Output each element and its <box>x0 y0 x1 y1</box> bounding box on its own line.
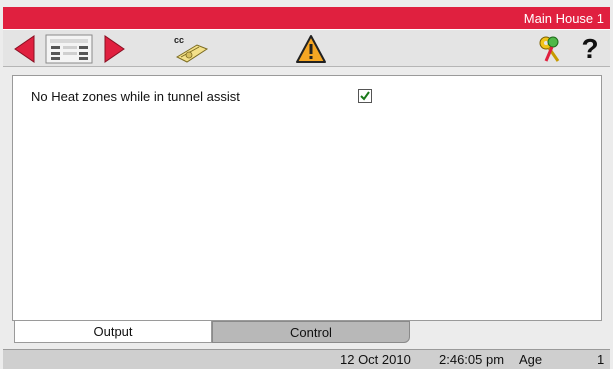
cc-icon: cc <box>174 35 209 63</box>
warning-button[interactable] <box>294 32 328 65</box>
left-arrow-icon <box>14 34 35 63</box>
tab-bar: Output Control <box>12 321 602 343</box>
status-age-label: Age <box>519 352 543 367</box>
list-button[interactable] <box>43 32 95 65</box>
svg-text:cc: cc <box>174 35 184 45</box>
status-date: 12 Oct 2010 <box>340 352 411 367</box>
toolbar: cc ? <box>3 29 610 67</box>
cc-button[interactable]: cc <box>171 32 211 65</box>
status-age-value: 1 <box>597 352 605 367</box>
tab-output-label: Output <box>93 324 133 339</box>
no-heat-zones-checkbox[interactable] <box>358 89 372 103</box>
help-icon: ? <box>581 32 599 64</box>
right-arrow-icon <box>104 34 125 63</box>
keys-button[interactable] <box>534 32 568 65</box>
help-button[interactable]: ? <box>576 32 604 65</box>
keys-icon <box>539 36 560 62</box>
tab-control[interactable]: Control <box>212 321 410 343</box>
window-title: Main House 1 <box>523 10 604 26</box>
tab-output[interactable]: Output <box>14 321 212 343</box>
status-bar: 12 Oct 2010 2:46:05 pm Age 1 <box>3 349 610 369</box>
title-bar: Main House 1 <box>3 7 610 29</box>
back-button[interactable] <box>10 32 40 65</box>
list-icon <box>45 34 93 63</box>
tab-control-label: Control <box>290 324 332 340</box>
setting-label: No Heat zones while in tunnel assist <box>31 89 240 104</box>
status-time: 2:46:05 pm <box>439 352 505 367</box>
settings-panel: No Heat zones while in tunnel assist <box>12 75 602 321</box>
checkmark-icon <box>360 91 370 101</box>
forward-button[interactable] <box>99 32 129 65</box>
warning-icon <box>296 34 326 63</box>
